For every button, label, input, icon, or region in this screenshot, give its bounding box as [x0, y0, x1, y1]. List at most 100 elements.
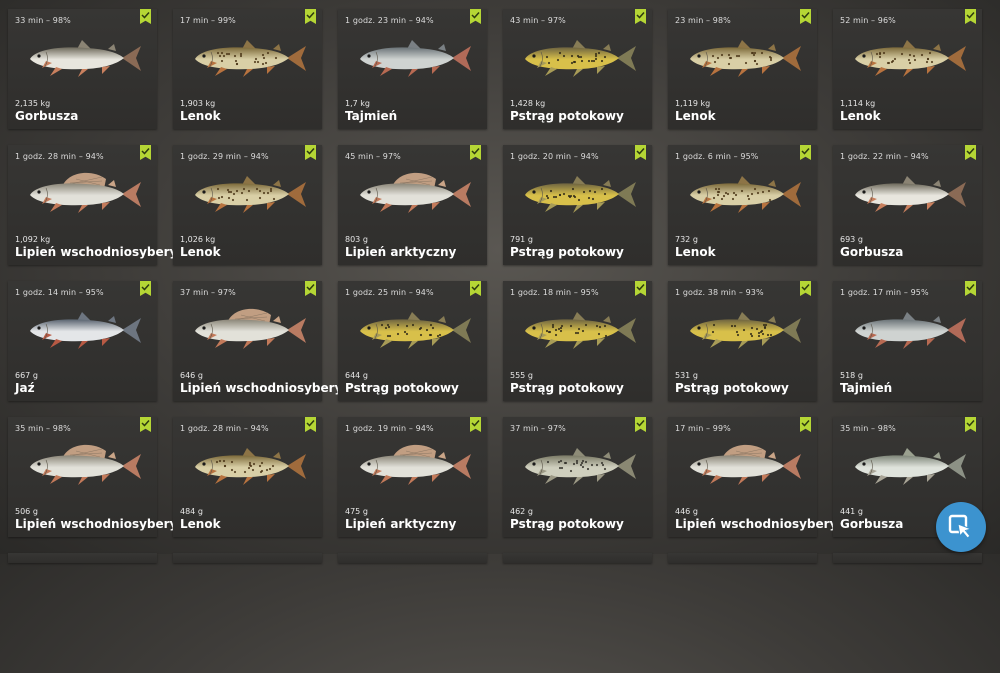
- fish-species-name: Gorbusza: [840, 245, 904, 259]
- fish-image: [690, 312, 801, 349]
- catch-weight: 1,092 kg: [15, 235, 51, 244]
- check-badge-icon: [140, 417, 151, 432]
- fish-image: [855, 176, 966, 213]
- catch-weight: 791 g: [510, 235, 533, 244]
- fish-image: [195, 308, 306, 349]
- catch-card[interactable]: 1 godz. 28 min – 94% 1,092 kg Lipień wsc…: [8, 145, 201, 265]
- catch-card[interactable]: 17 min – 99% 1,903 kg Lenok: [173, 9, 322, 129]
- fish-image: [525, 176, 636, 213]
- catch-weight: 475 g: [345, 507, 368, 516]
- catch-card[interactable]: 1 godz. 38 min – 93% 531 g Pstrąg potoko…: [668, 281, 817, 401]
- fish-image: [360, 40, 471, 77]
- catch-card[interactable]: 1 godz. 25 min – 94% 644 g Pstrąg potoko…: [338, 281, 487, 401]
- check-badge-icon: [305, 145, 316, 160]
- fish-image: [690, 444, 801, 485]
- catch-weight: 484 g: [180, 507, 203, 516]
- catch-card[interactable]: 1 godz. 19 min – 94% 475 g Lipień arktyc…: [338, 417, 487, 537]
- catch-weight: 462 g: [510, 507, 533, 516]
- catch-card-partial[interactable]: [8, 553, 157, 563]
- fish-species-name: Pstrąg potokowy: [510, 381, 624, 395]
- fish-image: [855, 448, 966, 485]
- catch-card-partial[interactable]: [668, 553, 817, 563]
- catch-card[interactable]: 17 min – 99% 446 g Lipień wschodniosyber…: [668, 417, 861, 537]
- cursor-mode-button[interactable]: [936, 502, 986, 552]
- catch-card[interactable]: 52 min – 96% 1,114 kg Lenok: [833, 9, 982, 129]
- fish-image: [690, 40, 801, 77]
- catch-time-quality: 1 godz. 23 min – 94%: [345, 16, 434, 25]
- fish-image: [195, 176, 306, 213]
- catch-weight: 644 g: [345, 371, 368, 380]
- catch-weight: 1,119 kg: [675, 99, 711, 108]
- catch-card[interactable]: 37 min – 97% 646 g Lipień wschodniosyber…: [173, 281, 366, 401]
- catch-weight: 732 g: [675, 235, 698, 244]
- catch-card[interactable]: 1 godz. 18 min – 95% 555 g Pstrąg potoko…: [503, 281, 652, 401]
- catch-card[interactable]: 1 godz. 20 min – 94% 791 g Pstrąg potoko…: [503, 145, 652, 265]
- catch-card[interactable]: 1 godz. 29 min – 94% 1,026 kg Lenok: [173, 145, 322, 265]
- catch-card-partial[interactable]: [503, 553, 652, 563]
- catch-time-quality: 1 godz. 18 min – 95%: [510, 288, 599, 297]
- catch-card[interactable]: 45 min – 97% 803 g Lipień arktyczny: [338, 145, 487, 265]
- check-badge-icon: [470, 145, 481, 160]
- check-badge-icon: [305, 281, 316, 296]
- catch-card[interactable]: 23 min – 98% 1,119 kg Lenok: [668, 9, 817, 129]
- check-badge-icon: [800, 145, 811, 160]
- fish-species-name: Lenok: [840, 109, 881, 123]
- fish-species-name: Tajmień: [840, 381, 893, 395]
- catch-time-quality: 37 min – 97%: [510, 424, 566, 433]
- check-badge-icon: [140, 145, 151, 160]
- fish-image: [360, 172, 471, 213]
- catch-weight: 441 g: [840, 507, 863, 516]
- catch-weight: 555 g: [510, 371, 533, 380]
- catch-weight: 1,114 kg: [840, 99, 876, 108]
- catch-card[interactable]: 1 godz. 17 min – 95% 518 g Tajmień: [833, 281, 982, 401]
- fish-species-name: Gorbusza: [840, 517, 904, 531]
- fish-image: [855, 40, 966, 77]
- fish-image: [195, 448, 306, 485]
- fish-image: [30, 444, 141, 485]
- check-badge-icon: [800, 281, 811, 296]
- catch-time-quality: 1 godz. 17 min – 95%: [840, 288, 929, 297]
- catch-card[interactable]: 1 godz. 28 min – 94% 484 g Lenok: [173, 417, 322, 537]
- check-badge-icon: [305, 9, 316, 24]
- catch-weight: 693 g: [840, 235, 863, 244]
- catch-time-quality: 52 min – 96%: [840, 16, 896, 25]
- catch-weight: 803 g: [345, 235, 368, 244]
- catch-time-quality: 1 godz. 22 min – 94%: [840, 152, 929, 161]
- catch-grid: 33 min – 98% 2,135 kg Gorbusza 17 min – …: [8, 9, 982, 673]
- fish-image: [195, 40, 306, 77]
- fish-species-name: Lenok: [675, 109, 716, 123]
- catch-card[interactable]: 1 godz. 14 min – 95% 667 g Jaź: [8, 281, 157, 401]
- catch-weight: 531 g: [675, 371, 698, 380]
- check-badge-icon: [305, 417, 316, 432]
- fish-image: [30, 40, 141, 77]
- catch-card[interactable]: 43 min – 97% 1,428 kg Pstrąg potokowy: [503, 9, 652, 129]
- fish-species-name: Tajmień: [345, 109, 398, 123]
- catch-card[interactable]: 1 godz. 6 min – 95% 732 g Lenok: [668, 145, 817, 265]
- catch-card-partial[interactable]: [338, 553, 487, 563]
- fish-species-name: Lenok: [180, 109, 221, 123]
- catch-card[interactable]: 33 min – 98% 2,135 kg Gorbusza: [8, 9, 157, 129]
- catch-time-quality: 17 min – 99%: [180, 16, 236, 25]
- catch-card-partial[interactable]: [173, 553, 322, 563]
- catch-weight: 1,903 kg: [180, 99, 216, 108]
- check-badge-icon: [470, 9, 481, 24]
- catch-weight: 1,026 kg: [180, 235, 216, 244]
- check-badge-icon: [635, 9, 646, 24]
- catch-card[interactable]: 35 min – 98% 506 g Lipień wschodniosyber…: [8, 417, 201, 537]
- check-badge-icon: [965, 417, 976, 432]
- catch-time-quality: 1 godz. 29 min – 94%: [180, 152, 269, 161]
- check-badge-icon: [800, 417, 811, 432]
- catch-card-partial[interactable]: [833, 553, 982, 563]
- check-badge-icon: [140, 281, 151, 296]
- catch-time-quality: 1 godz. 6 min – 95%: [675, 152, 759, 161]
- catch-weight: 667 g: [15, 371, 38, 380]
- catch-card[interactable]: 37 min – 97% 462 g Pstrąg potokowy: [503, 417, 652, 537]
- catch-card[interactable]: 1 godz. 22 min – 94% 693 g Gorbusza: [833, 145, 982, 265]
- catch-time-quality: 37 min – 97%: [180, 288, 236, 297]
- check-badge-icon: [635, 145, 646, 160]
- fish-species-name: Pstrąg potokowy: [510, 245, 624, 259]
- catch-time-quality: 1 godz. 19 min – 94%: [345, 424, 434, 433]
- check-badge-icon: [965, 145, 976, 160]
- catch-card[interactable]: 1 godz. 23 min – 94% 1,7 kg Tajmień: [338, 9, 487, 129]
- fish-species-name: Pstrąg potokowy: [345, 381, 459, 395]
